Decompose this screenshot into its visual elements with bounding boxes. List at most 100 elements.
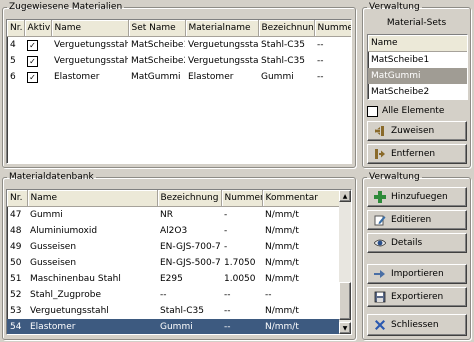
remove-button[interactable]: Entfernen xyxy=(367,144,467,164)
assigned-materials-legend: Zugewiesene Materialien xyxy=(9,2,123,12)
all-elements-checkbox[interactable] xyxy=(367,105,378,117)
cell-nummer: 1.0050 xyxy=(224,274,256,284)
all-elements-label: Alle Elemente xyxy=(382,106,445,116)
col-header-nr[interactable]: Nr. xyxy=(7,20,25,37)
cell-kommentar: N/mm/t xyxy=(265,306,299,316)
cell-nr: 4 xyxy=(10,40,16,50)
material-database-legend: Materialdatenbank xyxy=(9,172,94,182)
cell-kommentar: -- xyxy=(265,290,272,300)
plus-icon xyxy=(374,191,386,203)
cell-nummer: 1.7050 xyxy=(224,258,256,268)
database-scrollbar[interactable]: ▲ ▼ xyxy=(339,190,351,334)
close-icon xyxy=(374,319,386,331)
cell-bezeichnung: Stahl-C35 xyxy=(261,56,305,66)
cell-nr: 47 xyxy=(10,210,22,220)
scroll-up-button[interactable]: ▲ xyxy=(339,190,351,202)
cell-nr: 53 xyxy=(10,306,22,316)
table-row[interactable]: 50 Gusseisen EN-GJS-500-7 1.7050 N/mm/t xyxy=(7,255,339,271)
cell-nummer: -- xyxy=(221,319,262,334)
cell-bezeichnung: Stahl-C35 xyxy=(160,306,204,316)
cell-materialname: Elastomer xyxy=(188,72,234,82)
table-row[interactable]: 5 ✓ Verguetungsstahl MatScheibe2 Verguet… xyxy=(7,53,351,69)
col-header-bezeichnung[interactable]: Bezeichnung xyxy=(157,190,222,207)
col-header-set-name[interactable]: Set Name xyxy=(128,20,186,37)
scroll-thumb[interactable] xyxy=(339,282,351,320)
database-management-legend: Verwaltung xyxy=(369,172,420,182)
col-header-name[interactable]: Name xyxy=(27,190,158,207)
assign-button[interactable]: Zuweisen xyxy=(367,121,467,141)
database-header-row: Nr. Name Bezeichnung Nummer Kommentar xyxy=(7,190,340,207)
material-database-table[interactable]: Nr. Name Bezeichnung Nummer Kommentar 47… xyxy=(6,189,352,335)
cell-bezeichnung: EN-GJS-700-7 xyxy=(160,242,221,252)
add-button[interactable]: Hinzufuegen xyxy=(367,187,467,207)
cell-materialname: Verguetungsstahl xyxy=(188,56,258,66)
table-row[interactable]: 6 ✓ Elastomer MatGummi Elastomer Gummi -… xyxy=(7,69,351,85)
cell-name: Stahl_Zugprobe xyxy=(30,290,102,300)
all-elements-checkbox-row[interactable]: Alle Elemente xyxy=(367,104,467,118)
material-sets-list[interactable]: Name MatScheibe1 MatGummi MatScheibe2 xyxy=(367,34,468,100)
cell-bezeichnung: E295 xyxy=(160,274,183,284)
cell-nr: 54 xyxy=(7,319,27,334)
cell-nummer: - xyxy=(224,210,228,220)
close-button-label: Schliessen xyxy=(391,320,439,330)
cell-name: Verguetungsstahl xyxy=(30,306,109,316)
cell-set-name: MatScheibe1 xyxy=(131,40,185,50)
cell-bezeichnung: Gummi xyxy=(157,319,221,334)
scroll-down-button[interactable]: ▼ xyxy=(339,322,351,334)
cell-bezeichnung: Stahl-C35 xyxy=(261,40,305,50)
table-row[interactable]: 48 Aluminiumoxid Al2O3 - N/mm/t xyxy=(7,223,339,239)
cell-bezeichnung: NR xyxy=(160,210,173,220)
table-row[interactable]: 47 Gummi NR - N/mm/t xyxy=(7,207,339,224)
col-header-aktiv[interactable]: Aktiv xyxy=(24,20,52,37)
close-button[interactable]: Schliessen xyxy=(367,314,467,336)
table-row[interactable]: 53 Verguetungsstahl Stahl-C35 -- N/mm/t xyxy=(7,303,339,319)
edit-button-label: Editieren xyxy=(391,215,432,225)
table-row[interactable]: 51 Maschinenbau Stahl E295 1.0050 N/mm/t xyxy=(7,271,339,287)
col-header-name[interactable]: Name xyxy=(51,20,129,37)
cell-nr: 5 xyxy=(10,56,16,66)
cell-name: Elastomer xyxy=(54,72,100,82)
cell-kommentar: N/mm/t xyxy=(265,210,299,220)
table-row[interactable]: 49 Gusseisen EN-GJS-700-7 - N/mm/t xyxy=(7,239,339,255)
cell-nummer: -- xyxy=(317,56,324,66)
active-checkbox[interactable]: ✓ xyxy=(27,71,38,83)
active-checkbox[interactable]: ✓ xyxy=(27,39,38,51)
cell-kommentar: N/mm/t xyxy=(265,274,299,284)
details-button-label: Details xyxy=(391,238,423,248)
assigned-header-row: Nr. Aktiv Name Set Name Materialname Bez… xyxy=(7,20,351,37)
table-row[interactable]: 4 ✓ Verguetungsstahl MatScheibe1 Verguet… xyxy=(7,37,351,54)
export-icon xyxy=(374,291,386,303)
export-button-label: Exportieren xyxy=(391,292,444,302)
cell-bezeichnung: -- xyxy=(160,290,167,300)
remove-button-label: Entfernen xyxy=(391,149,436,159)
details-icon xyxy=(373,237,387,249)
cell-nummer: -- xyxy=(224,306,231,316)
table-row[interactable]: 54 Elastomer Gummi -- N/mm/t xyxy=(7,319,339,334)
list-item[interactable]: MatScheibe2 xyxy=(368,84,467,99)
edit-button[interactable]: Editieren xyxy=(367,210,467,230)
active-checkbox[interactable]: ✓ xyxy=(27,55,38,67)
cell-nummer: - xyxy=(224,226,228,236)
cell-name: Maschinenbau Stahl xyxy=(30,274,121,284)
details-button[interactable]: Details xyxy=(367,233,467,253)
export-button[interactable]: Exportieren xyxy=(367,287,467,307)
import-button[interactable]: Importieren xyxy=(367,264,467,284)
assigned-materials-table[interactable]: Nr. Aktiv Name Set Name Materialname Bez… xyxy=(6,19,352,164)
cell-nummer: -- xyxy=(317,40,324,50)
table-row[interactable]: 52 Stahl_Zugprobe -- -- -- xyxy=(7,287,339,303)
list-item[interactable]: MatScheibe1 xyxy=(368,52,467,68)
add-button-label: Hinzufuegen xyxy=(391,192,448,202)
cell-bezeichnung: EN-GJS-500-7 xyxy=(160,258,221,268)
col-header-bezeichnung[interactable]: Bezeichnung xyxy=(258,20,315,37)
col-header-nummer[interactable]: Nummer xyxy=(314,20,351,37)
cell-kommentar: N/mm/t xyxy=(262,319,339,334)
col-header-kommentar[interactable]: Kommentar xyxy=(262,190,340,207)
col-header-materialname[interactable]: Materialname xyxy=(185,20,259,37)
material-sets-header[interactable]: Name xyxy=(368,35,467,52)
import-button-label: Importieren xyxy=(391,269,444,279)
col-header-nummer[interactable]: Nummer xyxy=(221,190,263,207)
list-item[interactable]: MatGummi xyxy=(368,68,467,84)
material-sets-label: Material-Sets xyxy=(386,18,447,28)
col-header-nr[interactable]: Nr. xyxy=(7,190,28,207)
cell-set-name: MatGummi xyxy=(131,72,181,82)
